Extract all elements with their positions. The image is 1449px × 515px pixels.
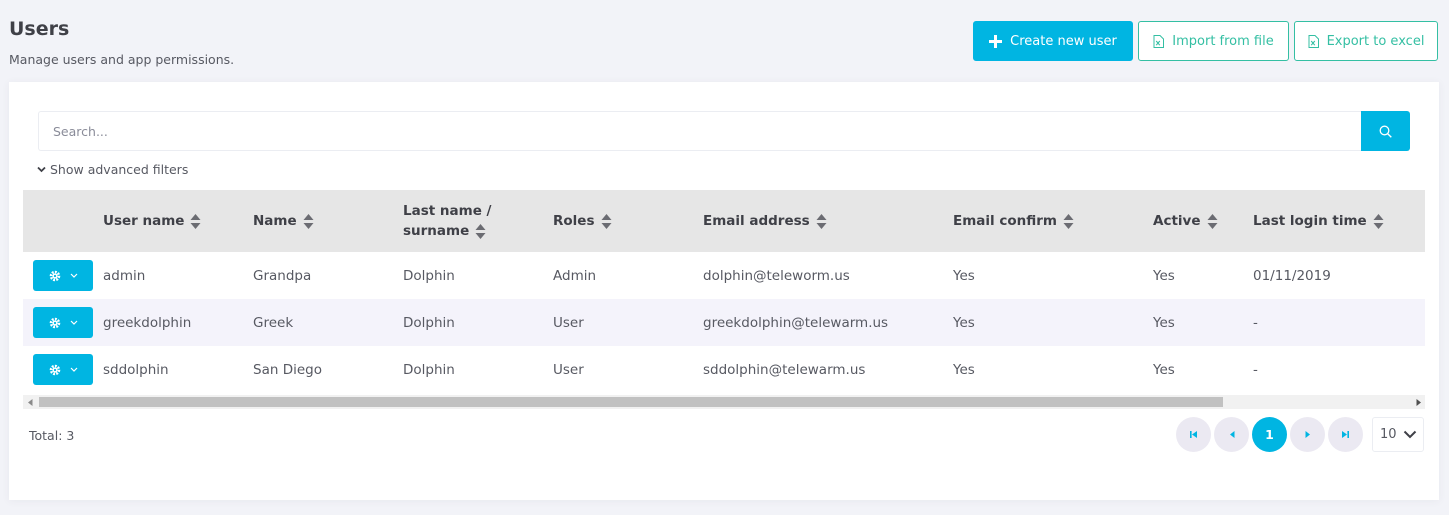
caret-left-icon <box>27 398 32 406</box>
search-icon <box>1379 125 1392 138</box>
import-from-file-button[interactable]: Import from file <box>1138 21 1289 61</box>
cell-surname: Dolphin <box>403 314 455 331</box>
last-page-icon <box>1342 431 1349 438</box>
total-count: Total: 3 <box>29 428 75 443</box>
cell-active: Yes <box>1153 267 1175 284</box>
page-subtitle: Manage users and app permissions. <box>9 52 235 67</box>
chevron-down-icon <box>70 320 77 325</box>
actions-column-header <box>23 190 103 252</box>
cell-roles: User <box>553 314 584 331</box>
cell-email: greekdolphin@telewarm.us <box>703 314 889 331</box>
cell-email-confirm: Yes <box>953 361 975 378</box>
users-table-container: User name Name Last name / surname Roles … <box>23 190 1425 393</box>
table-row: admin Grandpa Dolphin Admin dolphin@tele… <box>23 252 1425 299</box>
scroll-thumb[interactable] <box>39 397 1223 407</box>
prev-page-button[interactable] <box>1214 417 1249 452</box>
caret-right-icon <box>1416 398 1421 406</box>
sort-icon <box>303 213 314 229</box>
sort-icon <box>1063 213 1074 229</box>
cell-roles: User <box>553 361 584 378</box>
chevron-down-icon <box>70 367 77 372</box>
table-row: sddolphin San Diego Dolphin User sddolph… <box>23 346 1425 393</box>
cell-last-login: - <box>1253 361 1258 378</box>
sort-icon <box>1373 213 1384 229</box>
export-to-excel-label: Export to excel <box>1326 33 1425 49</box>
column-header-surname[interactable]: Last name / surname <box>403 190 553 252</box>
scroll-right-button[interactable] <box>1411 395 1425 409</box>
export-to-excel-button[interactable]: Export to excel <box>1294 21 1438 61</box>
column-header-active[interactable]: Active <box>1153 190 1253 252</box>
row-actions-button[interactable] <box>33 354 93 385</box>
show-advanced-filters-toggle[interactable]: Show advanced filters <box>37 162 188 177</box>
column-header-email[interactable]: Email address <box>703 190 953 252</box>
create-new-user-label: Create new user <box>1010 33 1117 49</box>
scroll-track[interactable] <box>37 395 1411 409</box>
page-button-current[interactable]: 1 <box>1252 417 1287 452</box>
chevron-down-icon <box>37 166 46 173</box>
cell-email: dolphin@teleworm.us <box>703 267 850 284</box>
sort-icon <box>816 213 827 229</box>
users-table: User name Name Last name / surname Roles … <box>23 190 1425 393</box>
cell-username: sddolphin <box>103 361 169 378</box>
table-row: greekdolphin Greek Dolphin User greekdol… <box>23 299 1425 346</box>
search-input[interactable] <box>38 111 1361 151</box>
cell-email-confirm: Yes <box>953 314 975 331</box>
excel-file-icon <box>1153 34 1165 48</box>
sort-icon <box>190 213 201 229</box>
last-page-button[interactable] <box>1328 417 1363 452</box>
cell-last-login: 01/11/2019 <box>1253 267 1331 284</box>
cell-username: admin <box>103 267 146 284</box>
table-header-row: User name Name Last name / surname Roles … <box>23 190 1425 252</box>
scroll-left-button[interactable] <box>23 395 37 409</box>
page-header: Users Manage users and app permissions. <box>9 18 234 67</box>
show-advanced-filters-label: Show advanced filters <box>50 162 189 177</box>
cell-email: sddolphin@telewarm.us <box>703 361 866 378</box>
pagination: 1 10 <box>1176 417 1424 452</box>
cell-name: San Diego <box>253 361 322 378</box>
chevron-down-icon <box>1403 430 1417 439</box>
row-actions-button[interactable] <box>33 307 93 338</box>
cell-surname: Dolphin <box>403 267 455 284</box>
excel-file-icon <box>1308 34 1319 48</box>
next-page-button[interactable] <box>1290 417 1325 452</box>
cell-roles: Admin <box>553 267 597 284</box>
import-from-file-label: Import from file <box>1172 33 1274 49</box>
row-actions-button[interactable] <box>33 260 93 291</box>
sort-icon <box>601 213 611 229</box>
create-new-user-button[interactable]: Create new user <box>973 21 1133 61</box>
cell-username: greekdolphin <box>103 314 192 331</box>
cell-name: Greek <box>253 314 294 331</box>
next-page-icon <box>1305 431 1310 438</box>
plus-icon <box>989 34 1003 48</box>
cell-name: Grandpa <box>253 267 312 284</box>
users-card: Show advanced filters User name Name Las… <box>9 82 1439 500</box>
cell-surname: Dolphin <box>403 361 455 378</box>
horizontal-scrollbar[interactable] <box>23 395 1425 409</box>
column-header-last-login[interactable]: Last login time <box>1253 190 1425 252</box>
header-actions: Create new user Import from file Export … <box>973 21 1438 61</box>
cell-active: Yes <box>1153 314 1175 331</box>
column-header-name[interactable]: Name <box>253 190 403 252</box>
cell-email-confirm: Yes <box>953 267 975 284</box>
gear-icon <box>49 364 60 375</box>
prev-page-icon <box>1229 431 1234 438</box>
gear-icon <box>49 270 60 281</box>
page-title: Users <box>9 18 70 40</box>
first-page-button[interactable] <box>1176 417 1211 452</box>
column-header-username[interactable]: User name <box>103 190 253 252</box>
page-size-select[interactable]: 10 <box>1372 417 1424 452</box>
cell-last-login: - <box>1253 314 1258 331</box>
cell-active: Yes <box>1153 361 1175 378</box>
gear-icon <box>49 317 60 328</box>
column-header-roles[interactable]: Roles <box>553 190 703 252</box>
first-page-icon <box>1190 431 1197 438</box>
sort-icon <box>1207 213 1217 229</box>
search-bar <box>38 111 1410 151</box>
column-header-email-confirm[interactable]: Email confirm <box>953 190 1153 252</box>
page-size-value: 10 <box>1380 427 1397 442</box>
sort-icon <box>475 223 486 239</box>
search-button[interactable] <box>1361 111 1410 151</box>
chevron-down-icon <box>70 273 77 278</box>
